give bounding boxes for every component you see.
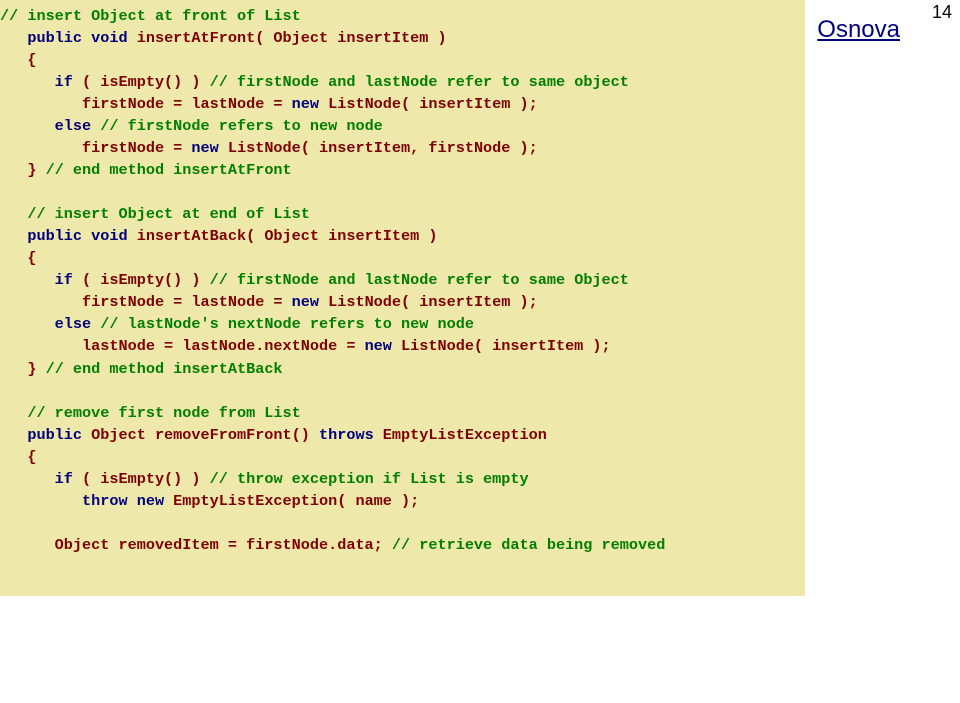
code-text: EmptyListException( name ); (164, 492, 419, 510)
code-comment: // retrieve data being removed (392, 536, 665, 554)
code-text: Object removedItem = firstNode.data; (0, 536, 392, 554)
code-comment: // throw exception if List is empty (210, 470, 529, 488)
code-comment: // firstNode and lastNode refer to same … (210, 271, 629, 289)
code-comment: // insert Object at end of List (0, 205, 310, 223)
code-keyword: new (365, 337, 392, 355)
code-text: ListNode( insertItem ); (319, 95, 538, 113)
code-comment: // remove first node from List (0, 404, 301, 422)
code-keyword: public void (0, 227, 128, 245)
code-keyword: new (292, 293, 319, 311)
code-comment: // firstNode refers to new node (100, 117, 383, 135)
code-keyword: else (0, 315, 100, 333)
code-keyword: if (0, 470, 73, 488)
code-text: { (0, 51, 36, 69)
code-text: firstNode = lastNode = (0, 293, 292, 311)
code-keyword: throws (319, 426, 374, 444)
code-text: Object removeFromFront() (82, 426, 319, 444)
code-keyword: else (0, 117, 100, 135)
code-text: ListNode( insertItem ); (319, 293, 538, 311)
code-text: } (0, 161, 46, 179)
code-text: ( isEmpty() ) (73, 73, 210, 91)
header-link[interactable]: Osnova (817, 16, 900, 44)
code-text: ListNode( insertItem ); (392, 337, 611, 355)
code-comment: // end method insertAtBack (46, 360, 283, 378)
code-text: lastNode = lastNode.nextNode = (0, 337, 365, 355)
code-keyword: public void (0, 29, 128, 47)
code-text: EmptyListException (374, 426, 547, 444)
code-text: firstNode = (0, 139, 191, 157)
code-text: { (0, 249, 36, 267)
code-text: ( isEmpty() ) (73, 271, 210, 289)
code-text: insertAtBack( Object insertItem ) (128, 227, 438, 245)
code-keyword: public (0, 426, 82, 444)
code-keyword: new (292, 95, 319, 113)
code-keyword: new (191, 139, 218, 157)
code-text: ListNode( insertItem, firstNode ); (219, 139, 538, 157)
code-line: // insert Object at front of List (0, 7, 301, 25)
page-number: 14 (932, 2, 952, 23)
code-keyword: throw new (0, 492, 164, 510)
code-comment: // lastNode's nextNode refers to new nod… (100, 315, 474, 333)
code-text: ( isEmpty() ) (73, 470, 210, 488)
code-text: insertAtFront( Object insertItem ) (128, 29, 447, 47)
code-comment: // firstNode and lastNode refer to same … (210, 73, 629, 91)
code-text: { (0, 448, 36, 466)
code-text: } (0, 360, 46, 378)
code-keyword: if (0, 73, 73, 91)
code-keyword: if (0, 271, 73, 289)
code-comment: // end method insertAtFront (46, 161, 292, 179)
code-listing: // insert Object at front of List public… (0, 0, 805, 596)
code-text: firstNode = lastNode = (0, 95, 292, 113)
